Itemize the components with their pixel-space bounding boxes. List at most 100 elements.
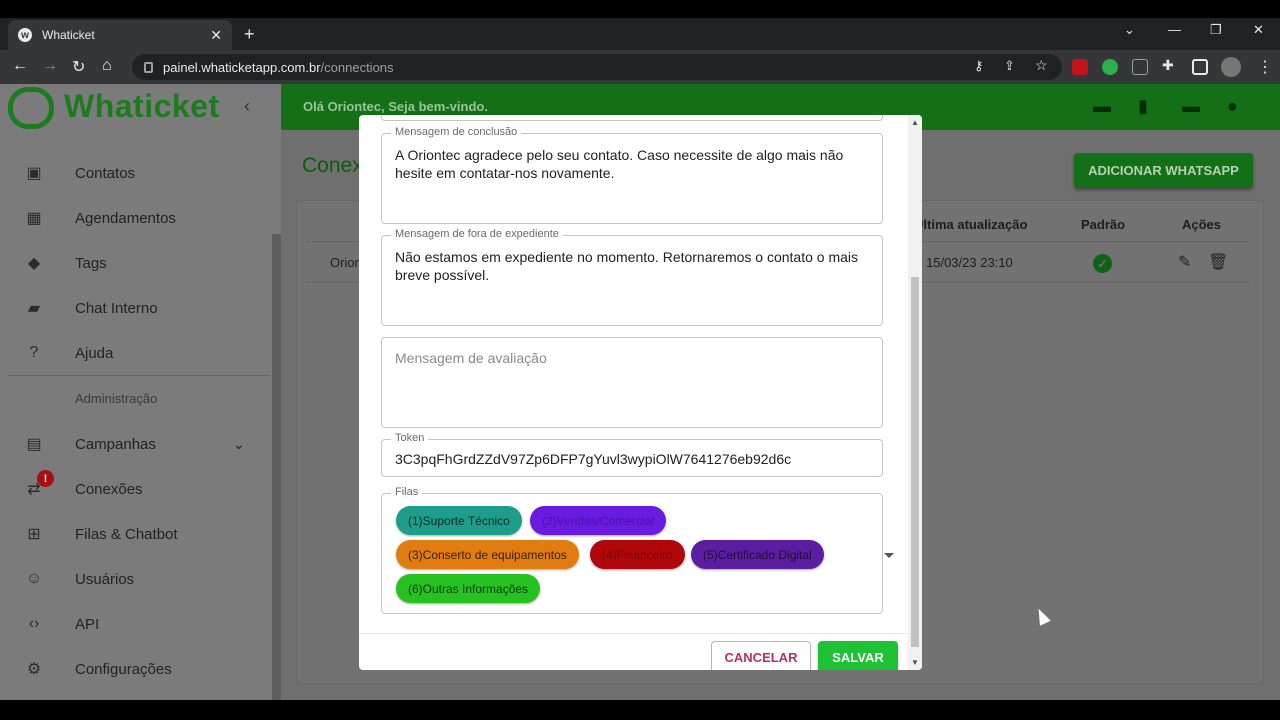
browser-tab[interactable]: w Whaticket ✕: [8, 20, 232, 50]
dialog-scrollbar[interactable]: ▲ ▼: [908, 115, 922, 670]
queues-select[interactable]: Filas (1)Suporte Técnico (2)Vendas/Comer…: [381, 486, 894, 614]
window-close-icon[interactable]: ✕: [1253, 22, 1264, 38]
sidebar-item-label: Chat Interno: [75, 299, 158, 317]
queue-chip[interactable]: (3)Conserto de equipamentos: [396, 540, 579, 569]
dialog-footer-divider: [359, 633, 908, 634]
messages-icon[interactable]: ▬: [1093, 96, 1113, 116]
default-check-icon: ✓: [1093, 254, 1112, 273]
favicon-icon: w: [18, 28, 32, 42]
logo-row: Whaticket ‹: [0, 84, 281, 132]
forum-icon[interactable]: ▬: [1182, 96, 1202, 116]
campaign-icon: ▤: [26, 436, 42, 453]
collapse-sidebar-icon[interactable]: ‹: [244, 96, 250, 117]
sidebar-item-label: Ajuda: [75, 344, 114, 362]
profile-avatar[interactable]: [1221, 57, 1241, 77]
extensions-puzzle-icon[interactable]: ✚: [1162, 57, 1174, 74]
queue-chip[interactable]: (5)Certificado Digital: [691, 540, 824, 569]
queue-chip[interactable]: (1)Suporte Técnico: [396, 506, 522, 535]
whaticket-logo-icon: [8, 87, 54, 129]
browser-menu-icon[interactable]: ⋮: [1257, 57, 1273, 77]
queue-chip[interactable]: (6)Outras Informações: [396, 574, 541, 603]
users-icon: ☺: [25, 570, 43, 587]
save-button[interactable]: SALVAR: [818, 641, 898, 670]
offhours-message-field[interactable]: Mensagem de fora de expediente Não estam…: [381, 228, 883, 326]
sidebar-item-filas-chatbot[interactable]: ⊞ Filas & Chatbot: [0, 512, 270, 556]
token-field[interactable]: Token 3C3pqFhGrdZZdV97Zp6DFP7gYuvl3wypiO…: [381, 432, 883, 477]
back-icon[interactable]: ←: [12, 57, 28, 75]
sidebar-item-tags[interactable]: ◆ Tags: [0, 241, 270, 285]
sidebar-item-api[interactable]: ‹› API: [0, 602, 270, 646]
sidebar-section-label: Administração: [75, 391, 158, 406]
logo-text: Whaticket: [64, 88, 220, 124]
sidebar-item-label: API: [75, 615, 100, 633]
youtube-extension-icon[interactable]: [1072, 59, 1088, 75]
reload-icon[interactable]: ↻: [72, 57, 85, 77]
sidebar-divider: [8, 375, 270, 376]
account-icon[interactable]: ●: [1227, 96, 1247, 116]
scrollbar-thumb[interactable]: [911, 277, 919, 647]
tab-search-icon[interactable]: ⌄: [1124, 22, 1135, 38]
dropdown-arrow-icon[interactable]: [884, 553, 894, 558]
column-header-default: Padrão: [1081, 217, 1126, 232]
settings-icon: ⚙: [26, 661, 42, 678]
sidebar-item-chat-interno[interactable]: ▰ Chat Interno: [0, 286, 270, 330]
field-label: Filas: [391, 486, 423, 498]
sidebar-scrollbar[interactable]: [272, 234, 281, 700]
sidebar-item-label: Campanhas: [75, 435, 156, 453]
sidebar-item-label: Agendamentos: [75, 209, 176, 227]
cast-extension-icon[interactable]: [1132, 59, 1148, 75]
home-icon[interactable]: ⌂: [102, 57, 112, 75]
sidebar-item-contatos[interactable]: ▣ Contatos: [0, 151, 270, 195]
sidebar-item-label: Configurações: [75, 660, 172, 678]
sidebar-item-label: Conexões: [75, 480, 143, 498]
field-value: 3C3pqFhGrdZZdV97Zp6DFP7gYuvl3wypiOlW7641…: [395, 451, 792, 467]
connection-edit-dialog: Mensagem de conclusão A Oriontec agradec…: [359, 115, 922, 670]
queue-chip[interactable]: (2)Vendas/Comercial: [530, 506, 667, 535]
contacts-icon: ▣: [26, 165, 42, 182]
delete-icon[interactable]: 🗑: [1208, 252, 1228, 272]
address-bar[interactable]: painel.whaticketapp.com.br/connections ⚷…: [132, 54, 1062, 80]
screen: w Whaticket ✕ + ⌄ — ❐ ✕ ← → ↻ ⌂ painel.w…: [0, 0, 1280, 720]
column-header-actions: Ações: [1182, 217, 1222, 232]
browser-toolbar: ← → ↻ ⌂ painel.whaticketapp.com.br/conne…: [0, 50, 1280, 84]
notification-badge: !: [37, 470, 54, 487]
sidepanel-icon[interactable]: [1192, 59, 1208, 75]
sidebar-item-ajuda[interactable]: ? Ajuda: [0, 331, 270, 375]
sidebar-item-agendamentos[interactable]: ▦ Agendamentos: [0, 196, 270, 240]
key-icon[interactable]: ⚷: [974, 58, 984, 74]
minimize-icon[interactable]: —: [1168, 22, 1181, 37]
cancel-button[interactable]: CANCELAR: [711, 641, 811, 670]
forward-icon[interactable]: →: [42, 57, 58, 75]
previous-field-edge: [381, 115, 883, 121]
url-path: /connections: [320, 59, 394, 75]
restore-icon[interactable]: ❐: [1210, 22, 1222, 38]
field-value: A Oriontec agradece pelo seu contato. Ca…: [395, 147, 844, 181]
sidebar-item-label: Usuários: [75, 570, 135, 588]
connection-last-update: 15/03/23 23:10: [926, 255, 1013, 270]
sidebar-item-label: Tags: [75, 254, 107, 272]
share-icon[interactable]: ⇪: [1004, 58, 1015, 74]
bookmark-star-icon[interactable]: ☆: [1035, 57, 1048, 74]
chat-icon: ▰: [27, 300, 41, 317]
field-label: Token: [391, 432, 429, 444]
field-label: Mensagem de conclusão: [391, 126, 522, 138]
new-tab-icon[interactable]: +: [244, 24, 255, 45]
scroll-up-icon[interactable]: ▲: [911, 118, 919, 127]
announcement-icon[interactable]: ▮: [1138, 96, 1158, 116]
sidebar-item-campanhas[interactable]: ▤ Campanhas ⌄: [0, 422, 270, 466]
edit-icon[interactable]: ✎: [1178, 252, 1191, 272]
tab-close-icon[interactable]: ✕: [210, 27, 222, 44]
add-extension-icon[interactable]: [1102, 59, 1118, 75]
queues-icon: ⊞: [27, 526, 41, 543]
chevron-down-icon[interactable]: ⌄: [233, 436, 245, 453]
sidebar-item-usuarios[interactable]: ☺ Usuários: [0, 557, 270, 601]
conclusion-message-field[interactable]: Mensagem de conclusão A Oriontec agradec…: [381, 126, 883, 224]
scroll-down-icon[interactable]: ▼: [911, 658, 919, 667]
sidebar-item-label: Contatos: [75, 164, 136, 182]
queue-chip[interactable]: (4)Financeiro: [590, 540, 685, 569]
rating-message-field[interactable]: Mensagem de avaliação: [381, 337, 883, 428]
add-whatsapp-button[interactable]: ADICIONAR WHATSAPP: [1074, 153, 1253, 188]
field-label: Mensagem de fora de expediente: [391, 228, 563, 240]
sidebar-item-configuracoes[interactable]: ⚙ Configurações: [0, 647, 270, 691]
field-value: Não estamos em expediente no momento. Re…: [395, 249, 859, 283]
